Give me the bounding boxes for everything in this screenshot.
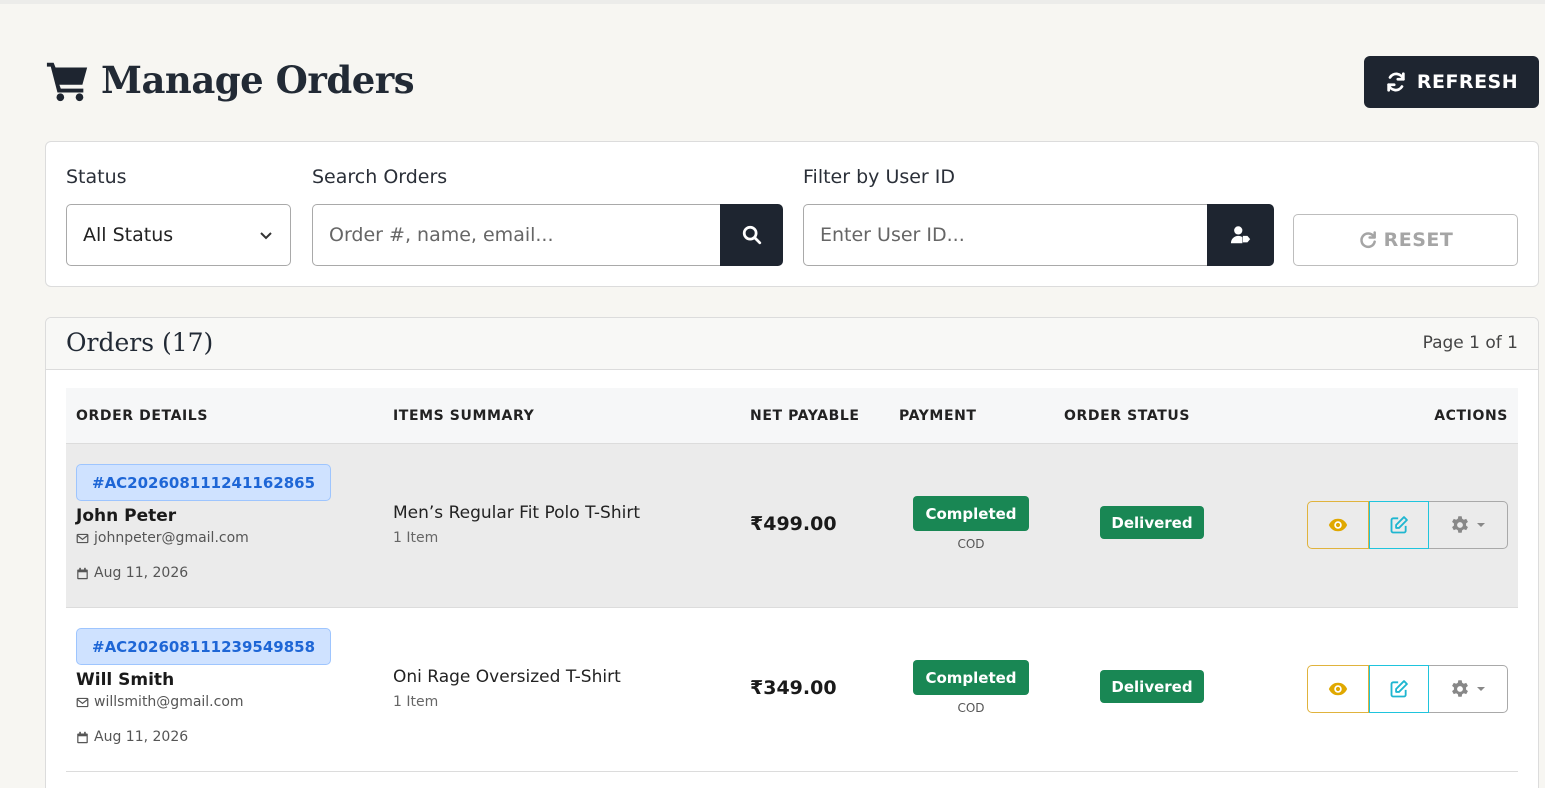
- payment-method: COD: [957, 701, 985, 715]
- item-count: 1 Item: [393, 694, 439, 710]
- search-icon: [742, 225, 761, 245]
- filter-card: Status All Status Search Orders Order #,…: [45, 141, 1539, 287]
- user-id-input[interactable]: Enter User ID...: [803, 204, 1207, 266]
- customer-email: johnpeter@gmail.com: [76, 530, 249, 546]
- user-id-group: Enter User ID...: [803, 204, 1274, 266]
- status-label: Status: [66, 166, 127, 188]
- settings-dropdown-button[interactable]: [1429, 665, 1508, 713]
- orders-title: Orders (17): [66, 328, 214, 357]
- page-title-text: Manage Orders: [101, 58, 415, 102]
- settings-dropdown-button[interactable]: [1429, 501, 1508, 549]
- search-group: Order #, name, email...: [312, 204, 783, 266]
- envelope-icon: [76, 533, 89, 543]
- search-label: Search Orders: [312, 166, 448, 188]
- search-input[interactable]: Order #, name, email...: [312, 204, 720, 266]
- order-date-text: Aug 11, 2026: [94, 729, 189, 745]
- order-id-badge[interactable]: #AC202608111241162865: [76, 464, 332, 501]
- customer-email-text: johnpeter@gmail.com: [94, 530, 249, 546]
- col-order-status: ORDER STATUS: [1064, 408, 1191, 424]
- eye-icon: [1328, 518, 1348, 532]
- orders-header: Orders (17) Page 1 of 1: [46, 318, 1538, 370]
- refresh-button[interactable]: REFRESH: [1364, 56, 1539, 108]
- status-select[interactable]: All Status: [66, 204, 291, 266]
- col-items-summary: ITEMS SUMMARY: [393, 408, 535, 424]
- eye-icon: [1328, 682, 1348, 696]
- edit-icon: [1390, 680, 1408, 698]
- user-tag-icon: [1230, 226, 1250, 244]
- top-strip: [0, 0, 1545, 4]
- net-payable: ₹349.00: [750, 677, 837, 699]
- item-name: Oni Rage Oversized T-Shirt: [393, 667, 621, 687]
- edit-button[interactable]: [1369, 665, 1429, 713]
- order-date: Aug 11, 2026: [76, 729, 188, 745]
- chevron-down-icon: [260, 232, 272, 240]
- col-net-payable: NET PAYABLE: [750, 408, 860, 424]
- payment-method: COD: [957, 537, 985, 551]
- col-order-details: ORDER DETAILS: [76, 408, 209, 424]
- page-info: Page 1 of 1: [1422, 333, 1518, 353]
- table-header: ORDER DETAILS ITEMS SUMMARY NET PAYABLE …: [66, 388, 1518, 444]
- order-status-badge: Delivered: [1100, 670, 1204, 703]
- payment-status-badge: Completed: [913, 496, 1029, 531]
- search-button[interactable]: [720, 204, 783, 266]
- gear-icon: [1452, 516, 1468, 533]
- status-select-value: All Status: [83, 224, 174, 246]
- view-button[interactable]: [1307, 665, 1369, 713]
- order-id-badge[interactable]: #AC202608111239549858: [76, 628, 332, 665]
- order-date-text: Aug 11, 2026: [94, 565, 189, 581]
- order-status-badge: Delivered: [1100, 506, 1204, 539]
- reset-icon: [1359, 231, 1376, 249]
- reset-button[interactable]: RESET: [1293, 214, 1518, 266]
- customer-email-text: willsmith@gmail.com: [94, 694, 244, 710]
- refresh-label: REFRESH: [1416, 71, 1519, 93]
- item-name: Men’s Regular Fit Polo T-Shirt: [393, 503, 640, 523]
- actions-group: [1307, 501, 1508, 549]
- customer-name: Will Smith: [76, 670, 175, 690]
- orders-card: Orders (17) Page 1 of 1 ORDER DETAILS IT…: [45, 317, 1539, 788]
- actions-group: [1307, 665, 1508, 713]
- cart-icon: [46, 62, 88, 102]
- payment-status-badge: Completed: [913, 660, 1029, 695]
- calendar-icon: [77, 567, 88, 579]
- col-actions: ACTIONS: [1434, 408, 1508, 424]
- edit-button[interactable]: [1369, 501, 1429, 549]
- envelope-icon: [76, 697, 89, 707]
- col-payment: PAYMENT: [899, 408, 977, 424]
- table-row: #AC202608111239549858 Will Smith willsmi…: [66, 608, 1518, 772]
- reset-label: RESET: [1383, 229, 1454, 251]
- gear-icon: [1452, 680, 1468, 697]
- edit-icon: [1390, 516, 1408, 534]
- table-row: #AC202608111241162865 John Peter johnpet…: [66, 444, 1518, 608]
- caret-down-icon: [1477, 523, 1485, 527]
- user-id-label: Filter by User ID: [803, 166, 956, 188]
- user-filter-button[interactable]: [1207, 204, 1274, 266]
- view-button[interactable]: [1307, 501, 1369, 549]
- item-count: 1 Item: [393, 530, 439, 546]
- page-title: Manage Orders: [45, 52, 415, 108]
- calendar-icon: [77, 731, 88, 743]
- customer-email: willsmith@gmail.com: [76, 694, 244, 710]
- net-payable: ₹499.00: [750, 513, 837, 535]
- refresh-icon: [1387, 72, 1405, 92]
- order-date: Aug 11, 2026: [76, 565, 188, 581]
- caret-down-icon: [1477, 687, 1485, 691]
- customer-name: John Peter: [76, 506, 177, 526]
